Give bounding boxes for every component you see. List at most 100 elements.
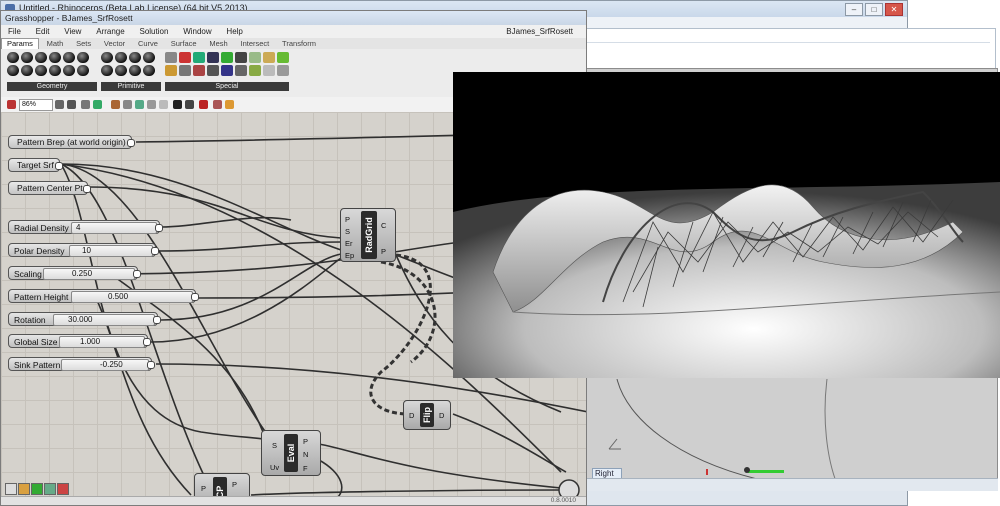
radgrid-output-c[interactable]: C bbox=[381, 221, 386, 230]
slider-track[interactable]: -0.250 bbox=[61, 359, 149, 371]
cluster-icon[interactable] bbox=[159, 100, 168, 109]
tab-curve[interactable]: Curve bbox=[133, 39, 163, 49]
param-pattern-center-pt[interactable]: Pattern Center Pt bbox=[8, 181, 91, 195]
eval-component[interactable]: S Uv Eval P N F bbox=[261, 430, 321, 476]
tab-math[interactable]: Math bbox=[42, 39, 69, 49]
slider-polar-density[interactable]: Polar Density 10 bbox=[8, 243, 159, 257]
primitive-param-icons[interactable] bbox=[101, 52, 155, 76]
flip-input-d[interactable]: D bbox=[409, 411, 414, 420]
canvas-widget-icon bbox=[558, 479, 580, 497]
eval-input-s[interactable]: S bbox=[272, 441, 277, 450]
gh-bottom-toolbar bbox=[5, 483, 69, 495]
cp-output-p[interactable]: P bbox=[232, 480, 237, 489]
slider-value: 0.250 bbox=[72, 269, 93, 278]
cp-input-p[interactable]: P bbox=[201, 484, 206, 493]
tab-surface[interactable]: Surface bbox=[166, 39, 202, 49]
zoom-icon[interactable] bbox=[55, 100, 64, 109]
slider-track[interactable]: 1.000 bbox=[59, 336, 145, 348]
menu-file[interactable]: File bbox=[8, 27, 21, 36]
pen-icon[interactable] bbox=[7, 100, 16, 109]
slider-value: 1.000 bbox=[80, 337, 101, 346]
menu-edit[interactable]: Edit bbox=[36, 27, 50, 36]
eval-output-p[interactable]: P bbox=[303, 437, 308, 446]
view-icon[interactable] bbox=[93, 100, 102, 109]
tab-params[interactable]: Params bbox=[1, 38, 39, 49]
radgrid-component[interactable]: P S Er Ep RadGrid C P bbox=[340, 208, 396, 262]
tab-transform[interactable]: Transform bbox=[277, 39, 321, 49]
camera-icon[interactable] bbox=[5, 483, 17, 495]
flip-output-d[interactable]: D bbox=[439, 411, 444, 420]
ribbon-group-special: Special bbox=[165, 82, 289, 91]
geometry-param-icons[interactable] bbox=[7, 52, 89, 76]
pavilion-render bbox=[453, 72, 1000, 378]
minimize-button[interactable]: – bbox=[845, 3, 863, 16]
zoom-extents-icon[interactable] bbox=[67, 100, 76, 109]
slider-value: 30.000 bbox=[68, 315, 93, 324]
radgrid-input-er[interactable]: Er bbox=[345, 239, 353, 248]
tab-intersect[interactable]: Intersect bbox=[236, 39, 275, 49]
display-icon[interactable] bbox=[135, 100, 144, 109]
tab-mesh[interactable]: Mesh bbox=[204, 39, 232, 49]
preview-icon[interactable] bbox=[123, 100, 132, 109]
special-param-icons[interactable] bbox=[165, 52, 289, 76]
menu-solution[interactable]: Solution bbox=[139, 27, 168, 36]
gh-status-bar: 0.8.0010 bbox=[1, 496, 586, 505]
eval-output-f[interactable]: F bbox=[303, 464, 308, 473]
document-name: BJames_SrfRosett bbox=[506, 27, 573, 36]
tab-vector[interactable]: Vector bbox=[99, 39, 130, 49]
param-pattern-brep[interactable]: Pattern Brep (at world origin) bbox=[8, 135, 135, 149]
menu-view[interactable]: View bbox=[64, 27, 81, 36]
leaf-icon[interactable] bbox=[44, 483, 56, 495]
zoom-level[interactable]: 86% bbox=[19, 99, 53, 111]
flip-label: Flip bbox=[420, 403, 434, 427]
axis-icon bbox=[608, 438, 621, 450]
slider-track[interactable]: 0.500 bbox=[71, 291, 193, 303]
slider-track[interactable]: 0.250 bbox=[43, 268, 135, 280]
timeline-progress bbox=[748, 470, 784, 473]
slider-track[interactable]: 10 bbox=[69, 245, 153, 257]
gh-menu-bar: File Edit View Arrange Solution Window H… bbox=[1, 25, 586, 38]
menu-arrange[interactable]: Arrange bbox=[96, 27, 124, 36]
error-icon[interactable] bbox=[199, 100, 208, 109]
folder-icon[interactable] bbox=[18, 483, 30, 495]
slider-track[interactable]: 4 bbox=[71, 222, 157, 234]
flip-component[interactable]: D Flip D bbox=[403, 400, 451, 430]
sphere-icon[interactable] bbox=[225, 100, 234, 109]
param-target-srf[interactable]: Target Srf bbox=[8, 158, 63, 172]
slider-rotation[interactable]: Rotation 30.000 bbox=[8, 312, 161, 326]
bake-icon[interactable] bbox=[185, 100, 194, 109]
radgrid-input-s[interactable]: S bbox=[345, 227, 350, 236]
slider-label: Pattern Height bbox=[14, 292, 69, 302]
sketch-icon[interactable] bbox=[111, 100, 120, 109]
slider-pattern-height[interactable]: Pattern Height 0.500 bbox=[8, 289, 199, 303]
slider-scaling[interactable]: Scaling 0.250 bbox=[8, 266, 141, 280]
slider-global-size[interactable]: Global Size 1.000 bbox=[8, 334, 151, 348]
gh-version: 0.8.0010 bbox=[550, 497, 576, 504]
close-button[interactable]: ✕ bbox=[885, 3, 903, 16]
eye-icon[interactable] bbox=[81, 100, 90, 109]
menu-help[interactable]: Help bbox=[226, 27, 242, 36]
slider-track[interactable]: 30.000 bbox=[53, 314, 155, 326]
group-icon[interactable] bbox=[147, 100, 156, 109]
radgrid-input-p[interactable]: P bbox=[345, 215, 350, 224]
slider-value: -0.250 bbox=[100, 360, 123, 369]
bomb-icon[interactable] bbox=[213, 100, 222, 109]
eval-output-n[interactable]: N bbox=[303, 450, 308, 459]
radgrid-output-p[interactable]: P bbox=[381, 247, 386, 256]
play-icon[interactable] bbox=[173, 100, 182, 109]
rhino-command-line bbox=[586, 30, 990, 43]
slider-radial-density[interactable]: Radial Density 4 bbox=[8, 220, 163, 234]
slider-label: Global Size bbox=[14, 337, 58, 347]
radgrid-input-ep[interactable]: Ep bbox=[345, 251, 354, 260]
slider-value: 10 bbox=[82, 246, 91, 255]
eval-input-uv[interactable]: Uv bbox=[270, 463, 279, 472]
cp-component[interactable]: P CP P bbox=[194, 473, 250, 497]
maximize-button[interactable]: □ bbox=[865, 3, 883, 16]
slider-sink-pattern[interactable]: Sink Pattern -0.250 bbox=[8, 357, 155, 371]
tab-sets[interactable]: Sets bbox=[71, 39, 96, 49]
menu-window[interactable]: Window bbox=[183, 27, 211, 36]
timeline-handle[interactable] bbox=[744, 467, 750, 473]
slider-value: 0.500 bbox=[108, 292, 129, 301]
stop-icon[interactable] bbox=[57, 483, 69, 495]
tree-icon[interactable] bbox=[31, 483, 43, 495]
